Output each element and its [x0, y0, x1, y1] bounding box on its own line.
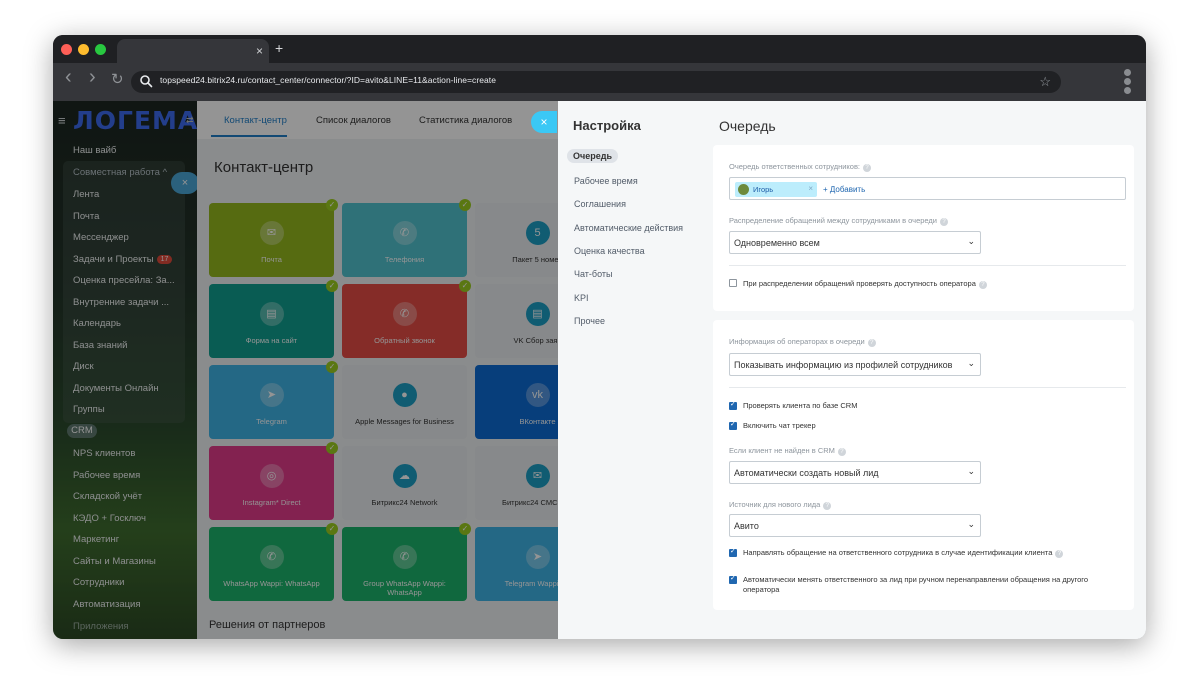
check-availability-checkbox[interactable] [729, 279, 737, 287]
operators-label: Информация об операторах в очереди? [729, 337, 876, 347]
help-icon[interactable]: ? [978, 281, 987, 289]
not-found-select-value: Автоматически создать новый лид [734, 468, 879, 478]
settings-menu-item[interactable]: Соглашения [574, 199, 626, 209]
modal-backdrop[interactable] [53, 101, 558, 639]
close-tab-icon[interactable]: × [256, 43, 263, 59]
new-tab-button[interactable]: + [275, 40, 283, 56]
avatar [738, 184, 749, 195]
queue-card: Очередь ответственных сотрудников:? Игор… [713, 145, 1134, 311]
user-name: Игорь [753, 185, 774, 194]
queue-employees-field[interactable]: Игорь × + Добавить [729, 177, 1126, 200]
add-employee-link[interactable]: + Добавить [823, 185, 865, 194]
operators-select-value: Показывать информацию из профилей сотруд… [734, 360, 953, 370]
forward-button[interactable]: › [89, 67, 96, 87]
chevron-down-icon: ⌄ [967, 358, 975, 368]
help-icon[interactable]: ? [1055, 550, 1064, 558]
settings-menu-item[interactable]: Чат-боты [574, 269, 612, 279]
chevron-down-icon: ⌄ [967, 466, 975, 476]
remove-user-icon[interactable]: × [808, 184, 813, 193]
settings-menu-title: Настройка [573, 118, 641, 133]
divider [729, 265, 1126, 266]
browser-toolbar: ‹ › ↻ topspeed24.bitrix24.ru/contact_cen… [53, 63, 1146, 101]
distribution-select[interactable]: Одновременно всем ⌄ [729, 231, 981, 254]
browser-window: × + ‹ › ↻ topspeed24.bitrix24.ru/contact… [53, 35, 1146, 639]
reload-button[interactable]: ↻ [111, 71, 124, 89]
check-crm-label: Проверять клиента по базе CRM [743, 401, 858, 410]
check-crm-checkbox[interactable] [729, 400, 737, 410]
not-found-select[interactable]: Автоматически создать новый лид ⌄ [729, 461, 981, 484]
operators-select[interactable]: Показывать информацию из профилей сотруд… [729, 353, 981, 376]
minimize-window-button[interactable] [78, 44, 89, 55]
chevron-down-icon: ⌄ [967, 236, 975, 246]
search-icon [140, 75, 153, 88]
help-icon[interactable]: ? [823, 502, 832, 510]
help-icon[interactable]: ? [863, 164, 872, 172]
source-label: Источник для нового лида? [729, 500, 832, 510]
source-select-value: Авито [734, 521, 759, 531]
user-chip[interactable]: Игорь × [735, 182, 817, 197]
address-bar[interactable]: topspeed24.bitrix24.ru/contact_center/co… [131, 71, 1061, 93]
settings-menu-item[interactable]: KPI [574, 293, 589, 303]
close-panel-button[interactable]: × [531, 111, 557, 133]
browser-tab[interactable]: × [117, 39, 269, 63]
queue-title: Очередь [719, 118, 776, 134]
settings-menu-item[interactable]: Оценка качества [574, 246, 645, 256]
chat-tracker-checkbox[interactable] [729, 420, 737, 430]
back-button[interactable]: ‹ [65, 67, 72, 87]
help-icon[interactable]: ? [940, 218, 949, 226]
auto-change-responsible-checkbox[interactable] [729, 574, 737, 584]
settings-menu-item[interactable]: Прочее [574, 316, 605, 326]
divider [729, 387, 1126, 388]
tab-strip: × + [53, 35, 1146, 63]
close-window-button[interactable] [61, 44, 72, 55]
browser-menu-icon[interactable] [1124, 69, 1132, 96]
settings-menu-item[interactable]: Очередь [567, 149, 618, 163]
source-select[interactable]: Авито ⌄ [729, 514, 981, 537]
not-found-label: Если клиент не найден в CRM? [729, 446, 846, 456]
check-availability-label: При распределении обращений проверять до… [743, 279, 987, 289]
settings-menu-item[interactable]: Автоматические действия [574, 223, 683, 233]
settings-menu-item[interactable]: Рабочее время [574, 176, 638, 186]
auto-change-responsible-label: Автоматически менять ответственного за л… [743, 575, 1089, 594]
route-responsible-label: Направлять обращение на ответственного с… [743, 548, 1064, 558]
distribution-label: Распределение обращений между сотрудника… [729, 216, 949, 226]
help-icon[interactable]: ? [837, 448, 846, 456]
settings-panel: Настройка Очередь Рабочее время Соглашения… [558, 101, 1146, 639]
queue-label: Очередь ответственных сотрудников:? [729, 162, 872, 172]
bookmark-star-icon[interactable]: ☆ [1039, 74, 1051, 90]
distribution-select-value: Одновременно всем [734, 238, 820, 248]
chevron-down-icon: ⌄ [967, 519, 975, 529]
help-icon[interactable]: ? [867, 339, 876, 347]
route-responsible-checkbox[interactable] [729, 547, 737, 557]
url-text: topspeed24.bitrix24.ru/contact_center/co… [160, 75, 496, 85]
operators-card: Информация об операторах в очереди? Пока… [713, 320, 1134, 610]
page-content: ≡ ЛОГЕМА ⇄ Наш вайб Совместная работа ^ Ле… [53, 101, 1146, 639]
maximize-window-button[interactable] [95, 44, 106, 55]
chat-tracker-label: Включить чат трекер [743, 421, 816, 430]
